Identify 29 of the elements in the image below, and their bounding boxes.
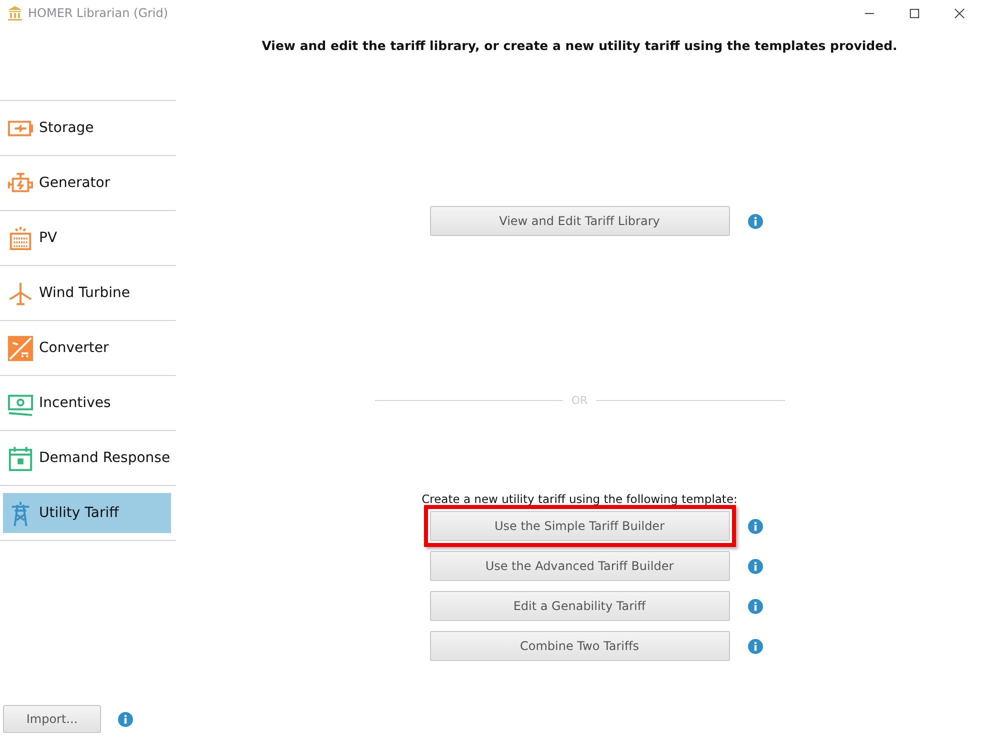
template-button[interactable]: Edit a Genability Tariff — [430, 591, 730, 621]
calendar-icon — [7, 444, 34, 472]
sidebar-item[interactable]: Demand Response — [3, 438, 171, 478]
info-icon[interactable] — [748, 518, 762, 534]
maximize-icon[interactable] — [909, 8, 920, 18]
building-icon — [7, 5, 23, 21]
info-icon[interactable] — [748, 598, 762, 614]
template-button[interactable]: Use the Simple Tariff Builder — [430, 511, 730, 541]
library-button[interactable]: View and Edit Tariff Library — [430, 206, 730, 236]
window-title: HOMER Librarian (Grid) — [28, 6, 168, 20]
info-icon[interactable] — [118, 712, 133, 726]
import-button[interactable]: Import... — [3, 705, 101, 733]
info-icon[interactable] — [748, 558, 762, 574]
sidebar-item[interactable]: Storage — [3, 108, 171, 148]
solar-panel-icon — [7, 224, 34, 252]
template-prompt: Create a new utility tariff using the following template: — [422, 492, 738, 506]
info-icon[interactable] — [748, 214, 762, 228]
info-icon[interactable] — [748, 638, 762, 654]
sidebar-item[interactable]: Generator — [3, 163, 171, 203]
template-button[interactable]: Combine Two Tariffs — [430, 631, 730, 661]
sidebar-item[interactable]: PV — [3, 218, 171, 258]
converter-icon — [7, 334, 34, 362]
sidebar-item[interactable]: Wind Turbine — [3, 273, 171, 313]
sidebar-item[interactable]: Incentives — [3, 383, 171, 423]
sidebar-item[interactable]: Utility Tariff — [3, 493, 171, 533]
page-heading: View and edit the tariff library, or create a new utility tariff using the templates provided. — [262, 38, 898, 53]
template-button[interactable]: Use the Advanced Tariff Builder — [430, 551, 730, 581]
close-icon[interactable] — [954, 8, 965, 18]
sidebar-item[interactable]: Converter — [3, 328, 171, 368]
